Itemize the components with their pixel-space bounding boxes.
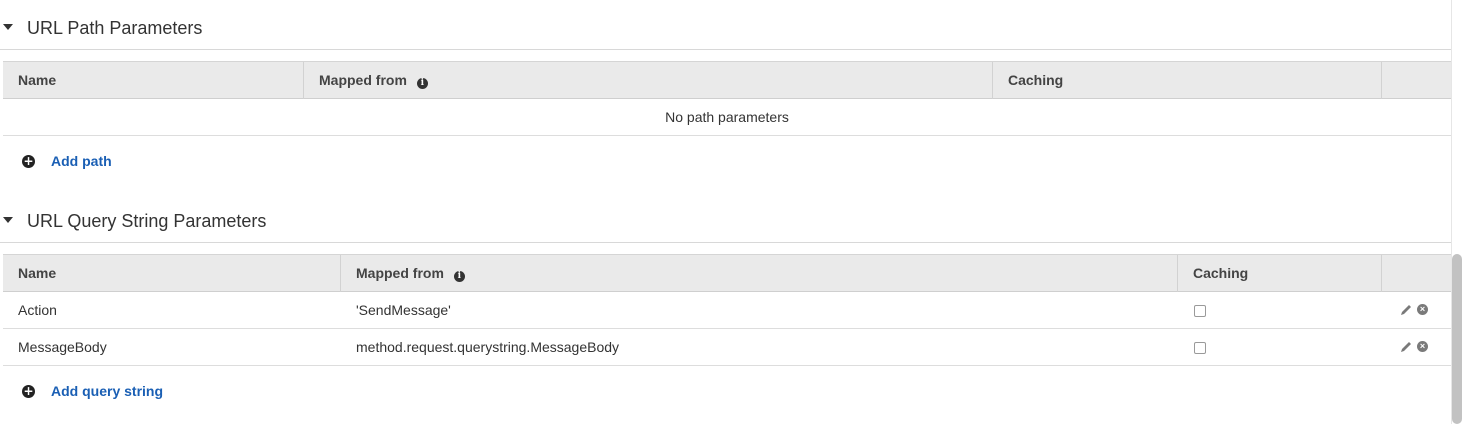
param-mapped-from: method.request.querystring.MessageBody [356,339,620,355]
add-query-string-label[interactable]: Add query string [51,383,163,399]
info-icon[interactable]: i [453,271,465,282]
column-header-caching: Caching [993,62,1382,99]
column-header-caching: Caching [1178,255,1382,292]
add-path-button[interactable]: + Add path [22,151,112,171]
remove-circle-icon[interactable]: × [1417,304,1428,315]
caching-checkbox[interactable] [1194,342,1206,354]
column-header-name: Name [3,255,341,292]
column-header-mapped-from-label: Mapped from [356,265,444,281]
add-query-string-button[interactable]: + Add query string [22,381,163,401]
path-params-title: URL Path Parameters [27,18,203,38]
path-params-table-header: Name Mapped from i Caching [3,61,1451,99]
caret-down-icon[interactable] [3,217,13,223]
info-icon[interactable]: i [416,78,428,89]
column-header-mapped-from: Mapped from i [304,62,993,99]
caching-checkbox[interactable] [1194,305,1206,317]
empty-message: No path parameters [665,109,789,125]
remove-circle-icon[interactable]: × [1417,341,1428,352]
param-name: MessageBody [18,339,107,355]
caret-down-icon[interactable] [3,24,13,30]
scrollbar-thumb[interactable] [1452,254,1462,424]
query-params-header[interactable]: URL Query String Parameters [0,195,1451,243]
column-header-name: Name [3,62,304,99]
table-row: Action 'SendMessage' × [3,292,1451,329]
path-params-empty-row: No path parameters [3,99,1451,136]
path-params-header[interactable]: URL Path Parameters [0,2,1451,50]
table-row: MessageBody method.request.querystring.M… [3,329,1451,366]
plus-circle-icon: + [22,153,35,168]
param-mapped-from: 'SendMessage' [356,302,451,318]
param-name: Action [18,302,57,318]
query-params-title: URL Query String Parameters [27,211,267,231]
pencil-icon[interactable] [1399,303,1413,317]
add-path-label[interactable]: Add path [51,153,112,169]
page: URL Path Parameters Name Mapped from i C… [0,0,1462,424]
column-header-actions [1382,62,1451,99]
column-header-mapped-from: Mapped from i [341,255,1178,292]
column-header-mapped-from-label: Mapped from [319,72,407,88]
query-params-table-header: Name Mapped from i Caching [3,254,1451,292]
plus-circle-icon: + [22,383,35,398]
column-header-actions [1382,255,1451,292]
pencil-icon[interactable] [1399,340,1413,354]
